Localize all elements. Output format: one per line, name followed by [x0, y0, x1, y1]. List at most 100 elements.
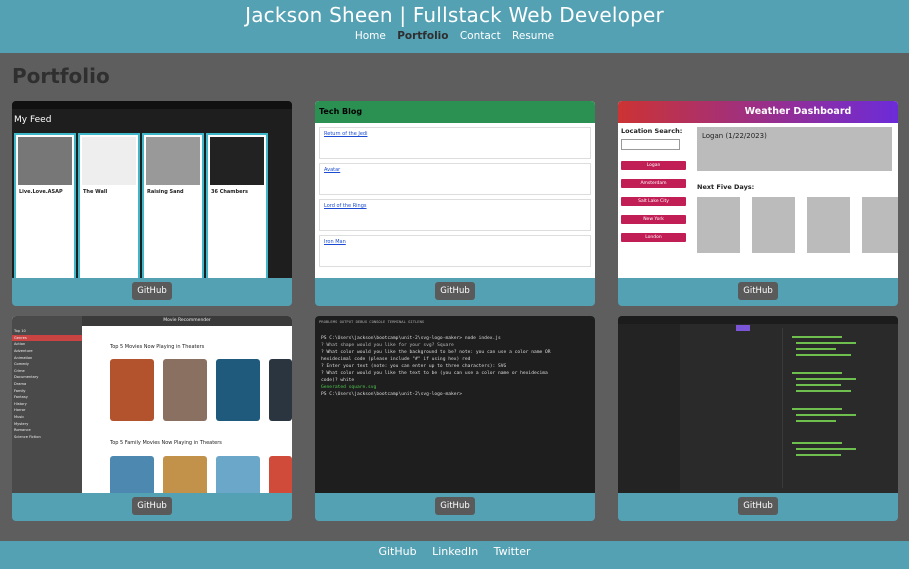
project-card-movie-recommender: Top 10 Genres Action Adventure Animation… [12, 316, 292, 521]
feed-tile: 36 Chambers [206, 133, 268, 278]
terminal-line: Generated square.svg [321, 385, 377, 390]
tile-title: The Wall [83, 189, 108, 195]
terminal-line: PS C:\Users\jackson\bootcamp\unit-2\svg-… [321, 336, 501, 341]
genre-item: History [14, 401, 27, 406]
genre-item: Genres [12, 334, 82, 342]
screenshot-heading: Tech Blog [315, 101, 595, 123]
project-screenshot-terminal[interactable]: PROBLEMS OUTPUT DEBUG CONSOLE TERMINAL G… [315, 316, 595, 493]
city-button: London [621, 233, 686, 242]
genre-item: Top 10 [14, 329, 26, 334]
genre-item: Horror [14, 408, 26, 413]
project-card-api: GitHub [618, 316, 898, 521]
site-header: Jackson Sheen | Fullstack Web Developer … [0, 0, 909, 53]
forecast-day [697, 197, 740, 253]
terminal-spacer [315, 327, 595, 335]
city-button: New York [621, 215, 686, 224]
movie-poster [269, 456, 292, 493]
album-image [82, 137, 136, 185]
github-button[interactable]: GitHub [738, 282, 778, 300]
post-title: Iron Man [324, 239, 346, 245]
genre-item: Science Fiction [14, 434, 41, 439]
project-card-svg-logo-maker: PROBLEMS OUTPUT DEBUG CONSOLE TERMINAL G… [315, 316, 595, 521]
site-title: Jackson Sheen | Fullstack Web Developer [245, 3, 664, 27]
current-weather: Logan (1/22/2023) [697, 127, 892, 171]
post-title: Avatar [324, 167, 341, 173]
search-label: Location Search: [621, 127, 683, 135]
footer-github-link[interactable]: GitHub [378, 545, 416, 558]
app-toolbar [618, 316, 898, 331]
terminal-line: hexidecimal code (please include "#" if … [321, 357, 471, 362]
project-screenshot-movies[interactable]: Top 10 Genres Action Adventure Animation… [12, 316, 292, 493]
project-screenshot-tech-blog[interactable]: Tech Blog Return of the Jedi Avatar Lord… [315, 101, 595, 278]
project-card-tech-blog: Tech Blog Return of the Jedi Avatar Lord… [315, 101, 595, 306]
terminal-line: ? What color would you like the backgrou… [321, 350, 551, 355]
tile-title: Raising Sand [147, 189, 184, 195]
genre-item: Adventure [14, 349, 33, 354]
main-nav: Home Portfolio Contact Resume [0, 30, 909, 42]
genre-item: Family [14, 388, 26, 393]
movie-poster [269, 359, 292, 421]
feed-tile: Live.Love.ASAP [14, 133, 76, 278]
movie-poster [163, 359, 207, 421]
project-card-weather: Weather Dashboard Location Search: Logan… [618, 101, 898, 306]
request-sidebar [618, 324, 680, 493]
movie-poster [110, 456, 154, 493]
json-response [792, 336, 856, 456]
forecast-day [807, 197, 850, 253]
forecast-day [862, 197, 898, 253]
genre-item: Music [14, 415, 25, 420]
feed-tile: Raising Sand [142, 133, 204, 278]
current-city: Logan (1/22/2023) [702, 132, 767, 140]
section-title: Top 5 Family Movies Now Playing in Theat… [110, 440, 222, 446]
genre-item: Comedy [14, 362, 29, 367]
movie-poster [110, 359, 154, 421]
terminal-line: code)? white [321, 378, 355, 383]
city-button: Logan [621, 161, 686, 170]
genre-item: Action [14, 342, 26, 347]
genre-item: Animation [14, 355, 33, 360]
footer-linkedin-link[interactable]: LinkedIn [432, 545, 478, 558]
feed-tile: The Wall [78, 133, 140, 278]
post-title: Lord of the Rings [324, 203, 367, 209]
screenshot-nav-bar [12, 101, 292, 109]
nav-resume[interactable]: Resume [512, 30, 554, 42]
city-button: Amsterdam [621, 179, 686, 188]
tile-title: Live.Love.ASAP [19, 189, 63, 195]
album-image [18, 137, 72, 185]
terminal-line: ? Enter your text (note: you can enter u… [321, 364, 507, 369]
genre-item: Crime [14, 368, 25, 373]
forecast-day [752, 197, 795, 253]
nav-contact[interactable]: Contact [460, 30, 501, 42]
github-button[interactable]: GitHub [738, 497, 778, 515]
footer-twitter-link[interactable]: Twitter [494, 545, 531, 558]
github-button[interactable]: GitHub [132, 497, 172, 515]
genre-item: Fantasy [14, 395, 28, 400]
project-screenshot-feed[interactable]: My Feed Live.Love.ASAP The Wall Raising … [12, 101, 292, 278]
terminal-line: ? What shape would you like for your svg… [321, 343, 454, 348]
nav-portfolio[interactable]: Portfolio [397, 30, 448, 42]
genre-item: Mystery [14, 421, 29, 426]
nav-home[interactable]: Home [355, 30, 386, 42]
album-image [146, 137, 200, 185]
forecast-label: Next Five Days: [697, 183, 755, 191]
movie-poster [216, 456, 260, 493]
genre-item: Drama [14, 382, 27, 387]
github-button[interactable]: GitHub [132, 282, 172, 300]
request-pane [682, 328, 783, 488]
blog-post: Iron Man [319, 235, 591, 267]
genre-sidebar: Top 10 Genres Action Adventure Animation… [12, 316, 82, 493]
project-screenshot-api-client[interactable] [618, 316, 898, 493]
github-button[interactable]: GitHub [435, 497, 475, 515]
blog-post: Lord of the Rings [319, 199, 591, 231]
movie-poster [216, 359, 260, 421]
section-title: Top 5 Movies Now Playing in Theaters [110, 344, 205, 350]
search-input[interactable] [621, 139, 680, 150]
screenshot-heading: Weather Dashboard [618, 101, 898, 123]
github-button[interactable]: GitHub [435, 282, 475, 300]
terminal-line: ? What color would you like the text to … [321, 371, 548, 376]
city-button: Salt Lake City [621, 197, 686, 206]
project-screenshot-weather[interactable]: Weather Dashboard Location Search: Logan… [618, 101, 898, 278]
album-image [210, 137, 264, 185]
page-title: Portfolio [12, 64, 110, 88]
genre-item: Documentary [14, 375, 39, 380]
